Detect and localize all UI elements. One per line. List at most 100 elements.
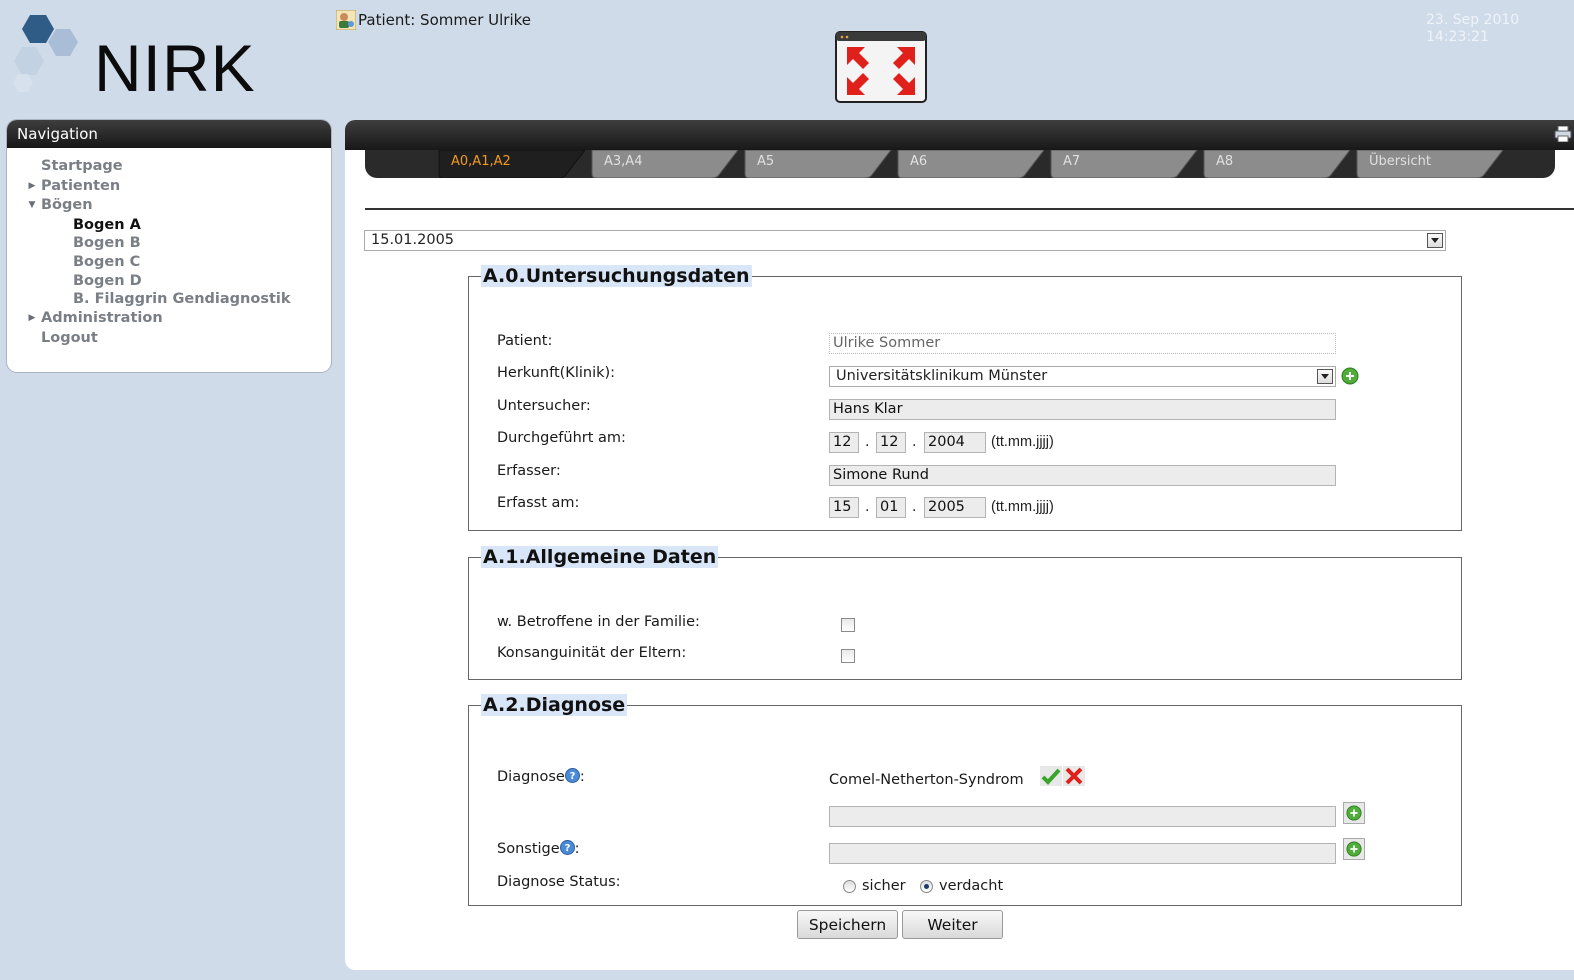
nav-item-boegen[interactable]: ▼ Bögen bbox=[23, 196, 331, 216]
section-a1: A.1.Allgemeine Daten w. Betroffene in de… bbox=[468, 546, 1462, 680]
nav-subitem-filaggrin[interactable]: B. Filaggrin Gendiagnostik bbox=[73, 290, 331, 309]
patient-label: Patient: bbox=[497, 333, 553, 349]
date-separator: . bbox=[865, 434, 870, 450]
tab-a7[interactable]: A7 bbox=[1049, 150, 1197, 178]
tab-uebersicht[interactable]: Übersicht bbox=[1355, 150, 1503, 178]
patient-name-label: Patient: Sommer Ulrike bbox=[358, 11, 531, 29]
next-button[interactable]: Weiter bbox=[902, 910, 1003, 939]
untersucher-label: Untersucher: bbox=[497, 398, 591, 414]
konsanguinitaet-checkbox[interactable] bbox=[841, 649, 855, 663]
erfasst-month-field[interactable]: 01 bbox=[876, 497, 906, 518]
date-select[interactable]: 15.01.2005 bbox=[364, 230, 1446, 251]
nav-subitem-bogen-a[interactable]: Bogen A bbox=[73, 216, 331, 235]
diagnose-status-label: Diagnose Status: bbox=[497, 874, 621, 890]
current-time: 14:23:21 bbox=[1426, 29, 1489, 45]
chevron-down-icon[interactable] bbox=[1317, 369, 1333, 384]
diagnose-label-row: Diagnose?: bbox=[497, 768, 585, 785]
diagnose-input[interactable] bbox=[829, 806, 1336, 827]
tab-a5[interactable]: A5 bbox=[743, 150, 891, 178]
untersucher-field[interactable]: Hans Klar bbox=[829, 399, 1336, 420]
chevron-down-icon[interactable] bbox=[1427, 233, 1443, 248]
betroffene-checkbox[interactable] bbox=[841, 618, 855, 632]
durchgefuehrt-month-field[interactable]: 12 bbox=[876, 432, 906, 453]
sonstige-label: Sonstige bbox=[497, 841, 560, 857]
help-icon[interactable]: ? bbox=[564, 768, 580, 783]
help-icon[interactable]: ? bbox=[559, 840, 575, 855]
nav-item-label: Bögen bbox=[41, 197, 93, 213]
durchgefuehrt-year-field[interactable]: 2004 bbox=[924, 432, 986, 453]
date-format-hint: (tt.mm.jjjj) bbox=[991, 434, 1054, 450]
nav-item-logout[interactable]: Logout bbox=[23, 329, 331, 349]
delete-x-icon[interactable] bbox=[1063, 766, 1085, 786]
triangle-right-icon: ▶ bbox=[28, 313, 36, 324]
colon: : bbox=[574, 841, 580, 857]
durchgefuehrt-day-field[interactable]: 12 bbox=[829, 432, 859, 453]
save-button[interactable]: Speichern bbox=[797, 910, 898, 939]
tab-label: Übersicht bbox=[1369, 154, 1431, 169]
patient-field: Ulrike Sommer bbox=[829, 333, 1336, 354]
herkunft-label: Herkunft(Klinik): bbox=[497, 365, 616, 381]
diagnose-value: Comel-Netherton-Syndrom bbox=[829, 772, 1024, 788]
herkunft-select[interactable]: Universitätsklinikum Münster bbox=[829, 366, 1336, 387]
status-radio-sicher[interactable] bbox=[843, 880, 856, 893]
sonstige-label-row: Sonstige?: bbox=[497, 840, 580, 857]
svg-text:?: ? bbox=[564, 843, 570, 854]
nav-subitem-bogen-d[interactable]: Bogen D bbox=[73, 272, 331, 291]
section-a1-title: A.1.Allgemeine Daten bbox=[481, 546, 719, 568]
sonstige-input[interactable] bbox=[829, 843, 1336, 864]
nav-subitem-label: B. Filaggrin Gendiagnostik bbox=[73, 291, 291, 308]
tab-a8[interactable]: A8 bbox=[1202, 150, 1350, 178]
erfasst-year-field[interactable]: 2005 bbox=[924, 497, 986, 518]
nav-subitem-label: Bogen A bbox=[73, 216, 141, 233]
navigation-list: Startpage ▶ Patienten ▼ Bögen Bogen A Boge… bbox=[7, 148, 331, 348]
nav-item-patienten[interactable]: ▶ Patienten bbox=[23, 177, 331, 197]
status-option-sicher: sicher bbox=[862, 878, 906, 894]
erfasst-day-field[interactable]: 15 bbox=[829, 497, 859, 518]
add-klinik-icon[interactable] bbox=[1341, 367, 1359, 385]
section-a0-title: A.0.Untersuchungsdaten bbox=[481, 265, 752, 287]
add-diagnose-button[interactable] bbox=[1343, 802, 1365, 824]
erfasser-field[interactable]: Simone Rund bbox=[829, 465, 1336, 486]
section-a2-title: A.2.Diagnose bbox=[481, 694, 628, 716]
svg-text:?: ? bbox=[569, 771, 575, 782]
tab-label: A0,A1,A2 bbox=[451, 154, 511, 169]
tab-a3-a4[interactable]: A3,A4 bbox=[590, 150, 738, 178]
nav-item-startpage[interactable]: Startpage bbox=[23, 157, 331, 177]
confirm-check-icon[interactable] bbox=[1040, 766, 1062, 786]
nav-sub-list: Bogen A Bogen B Bogen C Bogen D B. Filag… bbox=[23, 216, 331, 310]
plus-icon bbox=[1346, 841, 1362, 857]
colon: : bbox=[579, 769, 585, 785]
diagnose-label: Diagnose bbox=[497, 769, 565, 785]
herkunft-select-value: Universitätsklinikum Münster bbox=[836, 368, 1048, 384]
nav-subitem-bogen-c[interactable]: Bogen C bbox=[73, 253, 331, 272]
patient-icon bbox=[336, 10, 356, 30]
status-radio-verdacht[interactable] bbox=[920, 880, 933, 893]
tab-a0-a1-a2[interactable]: A0,A1,A2 bbox=[437, 150, 585, 178]
tab-label: A5 bbox=[757, 154, 775, 169]
durchgefuehrt-label: Durchgeführt am: bbox=[497, 430, 626, 446]
navigation-title: Navigation bbox=[7, 120, 331, 148]
tab-bar: A0,A1,A2 A3,A4 A5 A6 A7 A8 Übersicht bbox=[365, 150, 1555, 178]
konsanguinitaet-label: Konsanguinität der Eltern: bbox=[497, 645, 687, 661]
nav-item-administration[interactable]: ▶ Administration bbox=[23, 309, 331, 329]
triangle-down-icon: ▼ bbox=[28, 200, 36, 210]
erfasst-label: Erfasst am: bbox=[497, 495, 580, 511]
tab-label: A3,A4 bbox=[604, 154, 643, 169]
nav-subitem-bogen-b[interactable]: Bogen B bbox=[73, 234, 331, 253]
plus-icon bbox=[1346, 805, 1362, 821]
nav-item-label: Patienten bbox=[41, 177, 121, 194]
logo-text: NIRK bbox=[94, 31, 256, 105]
fullscreen-icon[interactable] bbox=[835, 31, 927, 103]
tab-a6[interactable]: A6 bbox=[896, 150, 1044, 178]
tab-label: A6 bbox=[910, 154, 928, 169]
nav-item-label: Logout bbox=[41, 329, 98, 346]
datetime: 23. Sep 2010 14:23:21 bbox=[1426, 12, 1519, 46]
betroffene-label: w. Betroffene in der Familie: bbox=[497, 614, 700, 630]
date-separator: . bbox=[912, 434, 917, 450]
patient-header: Patient: Sommer Ulrike bbox=[336, 10, 531, 30]
printer-icon[interactable] bbox=[1554, 126, 1572, 142]
section-a2: A.2.Diagnose Diagnose?: Comel-Netherton-… bbox=[468, 694, 1462, 906]
add-sonstige-button[interactable] bbox=[1343, 838, 1365, 860]
nav-subitem-label: Bogen D bbox=[73, 272, 142, 289]
nav-item-label: Administration bbox=[41, 310, 163, 327]
